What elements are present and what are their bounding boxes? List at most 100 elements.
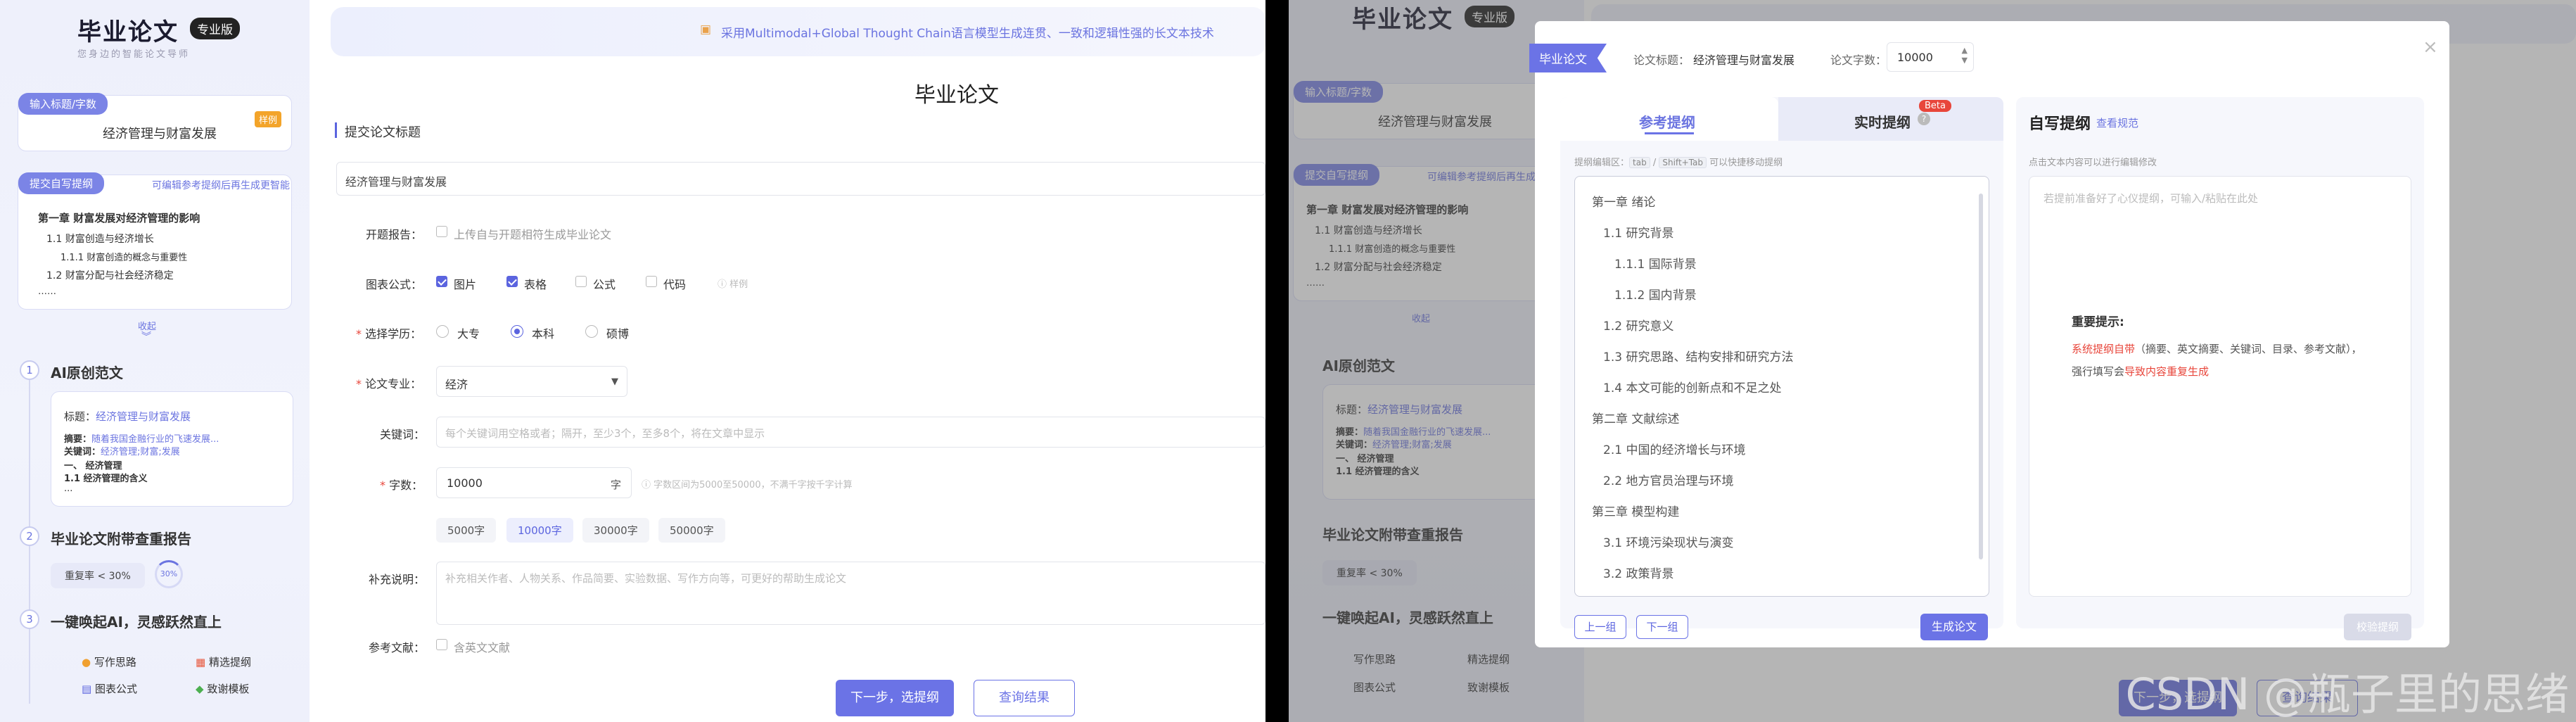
edit-hint: 提纲编辑区： tab / Shift+Tab 可以快捷移动提纲 — [1574, 155, 1783, 168]
essay-line: 一、 经济管理 — [64, 461, 122, 471]
ref-option: 含英文文献 — [454, 641, 511, 654]
outline-item[interactable]: 3.2 政策背景 — [1603, 564, 1673, 581]
help-icon[interactable]: ? — [1918, 113, 1930, 125]
feature-label: 写作思路 — [94, 656, 136, 669]
outline-item[interactable]: 1.1.1 国际背景 — [1614, 254, 1697, 272]
keywords-input[interactable]: 每个关键词用空格或者；隔开，至少3个，至多8个，将在文章中显示 — [436, 417, 1265, 448]
outline-line: …… — [38, 286, 56, 297]
feature-outline[interactable]: ▦ 精选提纲 — [196, 654, 251, 669]
chart-image-checkbox[interactable] — [436, 276, 447, 287]
major-value: 经济 — [445, 378, 468, 391]
sidebar: 毕业论文 专业版 您身边的智能论文导师 输入标题/字数 样例 经济管理与财富发展… — [0, 0, 310, 722]
section-marker — [335, 122, 337, 138]
tech-banner: ▣ 采用Multimodal+Global Thought Chain语言模型生… — [331, 7, 1265, 56]
edu-option: 大专 — [457, 327, 480, 341]
kaiti-option: 上传自与开题相符生成毕业论文 — [454, 228, 612, 241]
chart-code-checkbox[interactable] — [646, 276, 657, 287]
major-select[interactable]: 经济 ▼ — [436, 366, 627, 397]
outline-editor[interactable]: 第一章 绪论 1.1 研究背景 1.1.1 国际背景 1.1.2 国内背景 1.… — [1574, 176, 1989, 597]
word-chip-10000[interactable]: 10000字 — [506, 518, 573, 543]
outline-item[interactable]: 1.1.2 国内背景 — [1614, 285, 1697, 303]
outline-scrollbar[interactable] — [1979, 194, 1983, 559]
edu-radio-shuobo[interactable] — [585, 325, 598, 338]
outline-line: 1.1 财富创造与经济增长 — [46, 234, 154, 245]
chart-option: 公式 — [593, 278, 616, 291]
feature-label: 精选提纲 — [208, 656, 251, 669]
outline-item[interactable]: 1.4 本文可能的创新点和不足之处 — [1603, 378, 1781, 395]
self-outline-panel: 自写提纲 查看规范 点击文本内容可以进行编辑修改 若提前准备好了心仪提纲，可输入… — [2016, 97, 2424, 640]
outline-card[interactable]: 提交自写提纲 可编辑参考提纲后再生成更智能 第一章 财富发展对经济管理的影响 1… — [18, 172, 292, 310]
chevron-down-icon[interactable]: ︾ — [141, 329, 151, 343]
outline-item[interactable]: 2.1 中国的经济增长与环境 — [1603, 440, 1745, 457]
required-mark: * — [380, 479, 385, 492]
tip-title: 重要提示: — [2072, 315, 2124, 329]
outline-item[interactable]: 2.2 地方官员治理与环境 — [1603, 471, 1733, 488]
outline-pill: 提交自写提纲 — [18, 172, 105, 194]
tab-reference[interactable]: 参考提纲 — [1560, 97, 1778, 141]
feature-writing-idea[interactable]: ● 写作思路 — [82, 654, 136, 669]
words-value: 10000 — [447, 476, 483, 490]
stepper-icon[interactable]: ▲ ▼ — [1962, 46, 1968, 65]
keywords-placeholder: 每个关键词用空格或者；隔开，至少3个，至多8个，将在文章中显示 — [445, 427, 765, 440]
view-spec-link[interactable]: 查看规范 — [2096, 115, 2138, 130]
tab-reference-label: 参考提纲 — [1639, 114, 1695, 131]
watermark: CSDN @瓶子里的思绪 — [2125, 669, 2569, 720]
word-chip-50000[interactable]: 50000字 — [658, 518, 725, 543]
check-outline-button[interactable]: 校验提纲 — [2344, 614, 2411, 640]
edu-radio-benke[interactable] — [511, 325, 523, 338]
title-card[interactable]: 输入标题/字数 样例 经济管理与财富发展 — [18, 93, 292, 151]
title-input[interactable]: 经济管理与财富发展 — [336, 162, 1265, 196]
prev-group-button[interactable]: 上一组 — [1574, 615, 1626, 639]
modal-words-value: 10000 — [1897, 51, 1933, 64]
step-1-number: 1 — [20, 360, 39, 380]
outline-item[interactable]: 1.1 研究背景 — [1603, 223, 1673, 241]
grid-icon: ▦ — [196, 656, 206, 669]
feature-thanks[interactable]: ◆ 致谢模板 — [196, 681, 249, 696]
chart-option: 图片 — [454, 278, 477, 291]
outline-item[interactable]: 1.2 研究意义 — [1603, 316, 1673, 334]
feature-chart-formula[interactable]: ▤ 图表公式 — [82, 681, 137, 696]
generate-paper-button[interactable]: 生成论文 — [1920, 614, 1988, 640]
sample-essay-card[interactable]: 标题：经济管理与财富发展 摘要：随着我国金融行业的飞速发展... 关键词：经济管… — [51, 391, 293, 507]
query-result-button[interactable]: 查询结果 — [974, 680, 1075, 716]
outline-item[interactable]: 第三章 模型构建 — [1592, 502, 1679, 519]
step-3-title: 一键唤起AI，灵感跃然直上 — [51, 614, 222, 631]
outline-item[interactable]: 第一章 绪论 — [1592, 192, 1655, 210]
chart-sample-link[interactable]: ⓘ 样例 — [718, 277, 748, 290]
ref-label: 参考文献： — [369, 641, 426, 654]
duplicate-rate-badge: 重复率 < 30% — [51, 563, 145, 588]
edit-hint-prefix: 提纲编辑区： — [1574, 158, 1630, 168]
major-label: 论文专业： — [365, 377, 422, 391]
tip-rest: （摘要、英文摘要、关键词、目录、参考文献）， — [2135, 343, 2362, 355]
essay-title-value: 经济管理与财富发展 — [96, 410, 191, 423]
kaiti-checkbox[interactable] — [436, 226, 447, 237]
input-title-pill: 输入标题/字数 — [18, 93, 108, 115]
sample-tag[interactable]: 样例 — [254, 111, 281, 127]
screen-divider — [1265, 0, 1289, 722]
essay-abs-value: 随着我国金融行业的飞速发展... — [91, 434, 219, 445]
leaf-icon: ◆ — [196, 683, 204, 695]
ref-checkbox[interactable] — [436, 639, 447, 650]
chart-icon: ▤ — [82, 683, 92, 695]
outline-item[interactable]: 第二章 文献综述 — [1592, 409, 1679, 426]
words-input[interactable]: 10000 字 — [436, 467, 632, 498]
word-chip-5000[interactable]: 5000字 — [436, 518, 497, 543]
step-2-number: 2 — [20, 526, 39, 546]
outline-item[interactable]: 1.3 研究思路、结构安排和研究方法 — [1603, 347, 1793, 365]
chart-formula-checkbox[interactable] — [575, 276, 587, 287]
edu-radio-dazhuan[interactable] — [436, 325, 449, 338]
extra-textarea[interactable]: 补充相关作者、人物关系、作品简要、实验数据、写作方向等，可更好的帮助生成论文 — [436, 562, 1265, 625]
essay-title-label: 标题： — [64, 410, 96, 423]
outline-item[interactable]: 3.1 环境污染现状与演变 — [1603, 533, 1733, 550]
tab-live[interactable]: 实时提纲 ? Beta — [1778, 97, 2003, 141]
self-outline-textarea[interactable]: 若提前准备好了心仪提纲，可输入/粘贴在此处 重要提示: 系统提纲自带（摘要、英文… — [2029, 176, 2411, 597]
info-icon: ⓘ — [642, 480, 651, 490]
close-icon[interactable]: × — [2423, 37, 2438, 58]
next-group-button[interactable]: 下一组 — [1636, 615, 1688, 639]
next-outline-button[interactable]: 下一步，选提纲 — [836, 680, 954, 716]
chart-table-checkbox[interactable] — [506, 276, 518, 287]
outline-modal: 毕业论文 论文标题： 经济管理与财富发展 论文字数： 10000 ▲ ▼ × 参考… — [1529, 21, 2449, 647]
word-chip-30000[interactable]: 30000字 — [582, 518, 649, 543]
keywords-label: 关键词： — [380, 428, 426, 441]
modal-words-input[interactable]: 10000 ▲ ▼ — [1887, 42, 1974, 72]
